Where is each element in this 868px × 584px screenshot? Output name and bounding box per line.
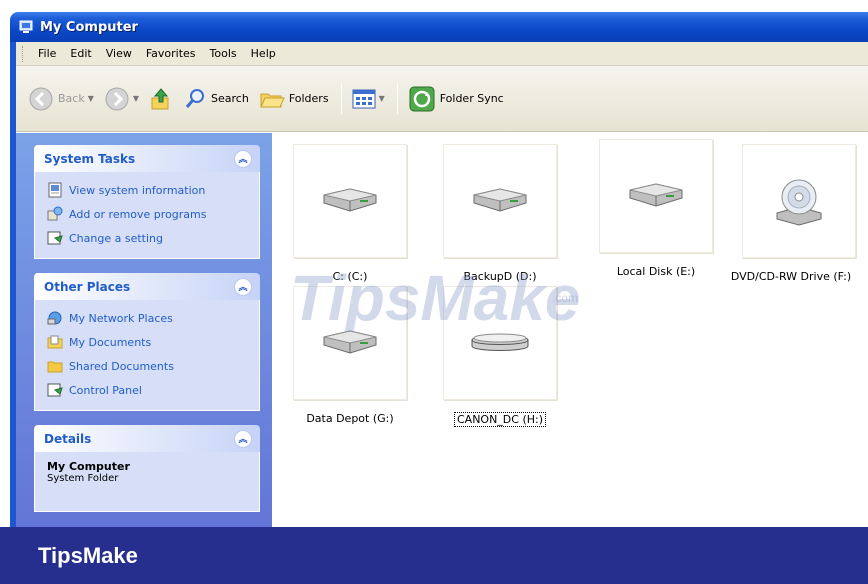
place-my-documents[interactable]: My Documents <box>47 330 249 354</box>
drive-item[interactable]: DVD/CD-RW Drive (F:) <box>728 144 868 283</box>
place-label: Shared Documents <box>69 359 174 373</box>
drive-thumbnail <box>742 144 856 258</box>
brand-bar: TipsMake <box>0 527 868 584</box>
system-tasks-header[interactable]: System Tasks ︽ <box>34 145 260 172</box>
drive-thumbnail <box>293 144 407 258</box>
search-button[interactable]: Search <box>179 82 253 116</box>
hard-drive-icon <box>323 188 377 212</box>
details-type: System Folder <box>47 473 119 484</box>
add-remove-programs-icon <box>47 206 63 221</box>
place-control-panel[interactable]: Control Panel <box>47 378 249 402</box>
forward-button[interactable]: ▼ <box>100 82 143 116</box>
place-shared-documents[interactable]: Shared Documents <box>47 354 249 378</box>
title-bar[interactable]: My Computer <box>10 12 868 42</box>
watermark-text: TipsMake <box>290 262 581 332</box>
task-label: Add or remove programs <box>69 207 207 221</box>
menu-tools[interactable]: Tools <box>203 45 244 62</box>
menu-edit[interactable]: Edit <box>63 45 98 62</box>
details-title: Details <box>44 431 92 446</box>
control-panel-icon <box>47 231 63 245</box>
drive-label: Data Depot (G:) <box>306 412 394 425</box>
drive-label: DVD/CD-RW Drive (F:) <box>730 270 852 283</box>
control-panel-icon <box>47 383 63 397</box>
system-tasks-title: System Tasks <box>44 151 136 166</box>
folders-button[interactable]: Folders <box>255 82 333 116</box>
task-change-setting[interactable]: Change a setting <box>47 226 249 250</box>
chevron-down-icon[interactable]: ▼ <box>88 94 94 103</box>
task-view-system-info[interactable]: View system information <box>47 178 249 202</box>
menu-favorites[interactable]: Favorites <box>139 45 203 62</box>
collapse-icon[interactable]: ︽ <box>234 429 252 448</box>
drive-label: Local Disk (E:) <box>616 265 696 278</box>
menu-view[interactable]: View <box>99 45 139 62</box>
folder-sync-label: Folder Sync <box>439 92 504 105</box>
other-places-title: Other Places <box>44 279 131 294</box>
details-name: My Computer <box>47 460 130 473</box>
watermark-suffix: .com <box>552 291 578 305</box>
task-pane: System Tasks ︽ View system information A… <box>16 133 272 527</box>
menu-help[interactable]: Help <box>244 45 283 62</box>
drive-label: CANON_DC (H:) <box>453 412 547 427</box>
task-label: Change a setting <box>69 231 163 245</box>
other-places-panel: Other Places ︽ My Network Places My Docu… <box>34 273 260 411</box>
folders-label: Folders <box>288 92 329 105</box>
cd-drive-icon <box>776 179 822 226</box>
forward-arrow-icon <box>105 87 129 110</box>
menu-grip <box>22 45 25 62</box>
menu-bar: File Edit View Favorites Tools Help <box>16 42 868 66</box>
search-label: Search <box>211 92 249 105</box>
shared-folder-icon <box>47 361 63 373</box>
system-tasks-panel: System Tasks ︽ View system information A… <box>34 145 260 259</box>
details-panel: Details ︽ My Computer System Folder <box>34 425 260 512</box>
folders-icon <box>260 93 285 107</box>
place-label: My Documents <box>69 335 152 349</box>
toolbar-separator <box>340 83 342 114</box>
top-margin <box>0 0 868 12</box>
system-tasks-body: View system information Add or remove pr… <box>34 172 260 259</box>
removable-drive-icon <box>471 333 529 351</box>
collapse-icon[interactable]: ︽ <box>234 277 252 296</box>
views-button[interactable]: ▼ <box>348 82 389 116</box>
folder-sync-icon <box>409 86 435 111</box>
back-arrow-icon <box>29 87 53 110</box>
up-folder-icon <box>151 87 169 109</box>
views-icon <box>352 89 376 108</box>
details-header[interactable]: Details ︽ <box>34 425 260 452</box>
toolbar: Back ▼ ▼ Search Folders ▼ Folder Sync <box>16 66 868 132</box>
other-places-body: My Network Places My Documents Shared Do… <box>34 300 260 411</box>
drive-item[interactable]: Local Disk (E:) <box>586 139 726 278</box>
toolbar-separator <box>396 83 398 114</box>
my-documents-icon <box>47 335 63 349</box>
menu-file[interactable]: File <box>31 45 63 62</box>
place-label: My Network Places <box>69 311 173 325</box>
task-add-remove-programs[interactable]: Add or remove programs <box>47 202 249 226</box>
watermark: TipsMake .com <box>290 262 610 334</box>
my-computer-icon <box>19 20 33 33</box>
up-folder-button[interactable] <box>145 82 177 116</box>
network-places-icon <box>47 311 62 325</box>
place-label: Control Panel <box>69 383 142 397</box>
task-label: View system information <box>69 183 206 197</box>
tipsmake-watermark-logo: TipsMake .com <box>290 262 581 334</box>
hard-drive-icon <box>473 188 527 212</box>
search-icon <box>185 88 205 108</box>
place-my-network-places[interactable]: My Network Places <box>47 306 249 330</box>
drive-thumbnail <box>443 144 557 258</box>
other-places-header[interactable]: Other Places ︽ <box>34 273 260 300</box>
hard-drive-icon <box>629 183 683 207</box>
collapse-icon[interactable]: ︽ <box>234 149 252 168</box>
back-label: Back <box>58 92 85 105</box>
folder-sync-button[interactable]: Folder Sync <box>404 82 508 116</box>
window-title: My Computer <box>40 19 138 35</box>
system-info-icon <box>48 182 62 198</box>
details-body: My Computer System Folder <box>34 452 260 512</box>
chevron-down-icon[interactable]: ▼ <box>379 94 385 103</box>
back-button[interactable]: Back ▼ <box>24 82 98 116</box>
brand-logo-text: TipsMake <box>38 542 138 568</box>
drive-thumbnail <box>599 139 713 253</box>
chevron-down-icon[interactable]: ▼ <box>133 94 139 103</box>
